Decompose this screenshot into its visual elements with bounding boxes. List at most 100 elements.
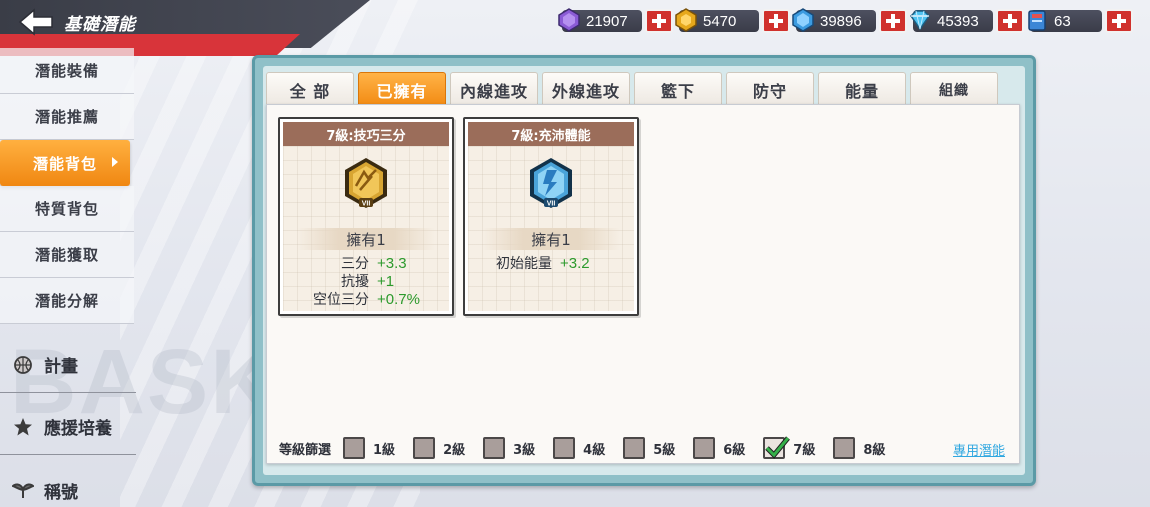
checkbox[interactable] bbox=[343, 437, 366, 459]
star-icon bbox=[12, 416, 34, 438]
section-label: 計畫 bbox=[44, 357, 78, 377]
checkbox[interactable] bbox=[833, 437, 856, 459]
tab-organize[interactable]: 組織 bbox=[910, 72, 998, 106]
level-label: 2級 bbox=[443, 442, 466, 458]
level-filter-label: 等級篩選 bbox=[279, 442, 332, 458]
level-filter-option[interactable]: 3級 bbox=[483, 437, 535, 459]
plus-icon bbox=[652, 14, 666, 28]
tab-defense[interactable]: 防守 bbox=[726, 72, 814, 106]
svg-text:VII: VII bbox=[362, 201, 371, 208]
level-label: 6級 bbox=[723, 442, 746, 458]
category-tabs: 全 部 已擁有 內線進攻 外線進攻 籃下 防守 能量 組織 bbox=[266, 72, 998, 106]
add-blue-crystal-button[interactable] bbox=[879, 9, 907, 33]
tab-owned[interactable]: 已擁有 bbox=[358, 72, 446, 106]
sidebar-item-potential-recommend[interactable]: 潛能推薦 bbox=[0, 94, 134, 140]
level-filter-option[interactable]: 5級 bbox=[623, 437, 675, 459]
currency-value: 45393 bbox=[937, 12, 979, 30]
section-label: 稱號 bbox=[44, 482, 78, 503]
sidebar-section-plan[interactable]: 計畫 bbox=[0, 337, 136, 393]
level-filter-option[interactable]: 6級 bbox=[693, 437, 745, 459]
stat-value: +1 bbox=[377, 272, 395, 290]
level-filter-option[interactable]: 1級 bbox=[343, 437, 395, 459]
level-filter-option[interactable]: 8級 bbox=[833, 437, 885, 459]
currency-blue-crystal: 39896 bbox=[792, 8, 907, 34]
back-button[interactable] bbox=[16, 6, 56, 38]
potential-card[interactable]: 7級:充沛體能 VII 擁有1 初始能量 +3.2 bbox=[463, 117, 639, 316]
checkbox[interactable] bbox=[483, 437, 506, 459]
sidebar-item-label: 潛能推薦 bbox=[34, 108, 99, 126]
sidebar: 潛能裝備 潛能推薦 潛能背包 特質背包 潛能獲取 潛能分解 bbox=[0, 48, 134, 324]
gold-three-point-badge-icon: VII bbox=[345, 158, 387, 208]
sidebar-section-support[interactable]: 應援培養 bbox=[0, 399, 136, 455]
sidebar-item-potential-decompose[interactable]: 潛能分解 bbox=[0, 278, 134, 324]
section-label: 應援培養 bbox=[44, 419, 112, 439]
chevron-right-icon bbox=[112, 157, 118, 167]
sidebar-item-trait-bag[interactable]: 特質背包 bbox=[0, 186, 134, 232]
currency-value: 21907 bbox=[586, 12, 628, 30]
sidebar-item-potential-obtain[interactable]: 潛能獲取 bbox=[0, 232, 134, 278]
add-gold-coin-button[interactable] bbox=[762, 9, 790, 33]
stat-name: 三分 bbox=[341, 256, 369, 272]
checkbox-checked[interactable] bbox=[763, 436, 791, 459]
stat-row: 三分 +3.3 bbox=[283, 254, 449, 273]
potential-card[interactable]: 7級:技巧三分 VII 擁有1 三分 +3.3 抗擾 +1 空位三分 +0.7% bbox=[278, 117, 454, 316]
card-title: 7級:充沛體能 bbox=[468, 122, 634, 146]
exclusive-potential-link[interactable]: 專用潛能 bbox=[953, 440, 1005, 459]
currency-value: 39896 bbox=[820, 12, 862, 30]
checkbox[interactable] bbox=[413, 437, 436, 459]
currency-value: 5470 bbox=[703, 12, 737, 30]
card-title: 7級:技巧三分 bbox=[283, 122, 449, 146]
stat-name: 空位三分 bbox=[313, 292, 369, 308]
book-icon bbox=[1028, 10, 1046, 31]
sidebar-item-label: 潛能分解 bbox=[34, 292, 99, 310]
stat-value: +3.2 bbox=[560, 254, 590, 272]
plus-icon bbox=[1112, 14, 1126, 28]
level-label: 4級 bbox=[583, 442, 606, 458]
purple-gem-icon bbox=[558, 8, 580, 32]
sidebar-section-title[interactable]: 稱號 bbox=[0, 462, 136, 507]
blue-energy-badge-icon: VII bbox=[530, 158, 572, 208]
checkbox[interactable] bbox=[623, 437, 646, 459]
checkmark-icon bbox=[765, 436, 791, 459]
sidebar-item-label: 潛能裝備 bbox=[34, 62, 99, 80]
level-filter-option[interactable]: 7級 bbox=[763, 436, 815, 459]
checkbox[interactable] bbox=[553, 437, 576, 459]
level-label: 3級 bbox=[513, 442, 536, 458]
currency-diamond: 45393 bbox=[910, 8, 1024, 34]
level-label: 1級 bbox=[373, 442, 396, 458]
tab-all[interactable]: 全 部 bbox=[266, 72, 354, 106]
sidebar-item-label: 潛能獲取 bbox=[34, 246, 99, 264]
currency-value: 63 bbox=[1054, 12, 1071, 30]
level-filter-option[interactable]: 4級 bbox=[553, 437, 605, 459]
checkbox[interactable] bbox=[693, 437, 716, 459]
basketball-icon bbox=[12, 354, 34, 376]
stat-name: 抗擾 bbox=[341, 274, 369, 290]
tab-energy[interactable]: 能量 bbox=[818, 72, 906, 106]
sidebar-item-potential-equip[interactable]: 潛能裝備 bbox=[0, 48, 134, 94]
owned-count: 擁有1 bbox=[297, 228, 435, 250]
stat-list: 三分 +3.3 抗擾 +1 空位三分 +0.7% bbox=[283, 254, 449, 309]
level-filter-option[interactable]: 2級 bbox=[413, 437, 465, 459]
plus-icon bbox=[769, 14, 783, 28]
level-label: 8級 bbox=[863, 442, 886, 458]
gold-coin-icon bbox=[675, 8, 697, 32]
tab-under-basket[interactable]: 籃下 bbox=[634, 72, 722, 106]
sidebar-item-label: 潛能背包 bbox=[32, 154, 97, 173]
back-arrow-icon bbox=[18, 8, 53, 36]
add-diamond-button[interactable] bbox=[996, 9, 1024, 33]
add-book-button[interactable] bbox=[1105, 9, 1133, 33]
level-filter: 等級篩選 1級 2級 3級 4級 5級 6級 7級 8級 bbox=[279, 434, 903, 462]
stat-row: 初始能量 +3.2 bbox=[468, 254, 634, 273]
tab-outside-attack[interactable]: 外線進攻 bbox=[542, 72, 630, 106]
sidebar-item-label: 特質背包 bbox=[34, 200, 99, 218]
plus-icon bbox=[886, 14, 900, 28]
tab-inside-attack[interactable]: 內線進攻 bbox=[450, 72, 538, 106]
stat-list: 初始能量 +3.2 bbox=[468, 254, 634, 273]
blue-crystal-icon bbox=[792, 8, 814, 32]
level-label: 5級 bbox=[653, 442, 676, 458]
currency-book: 63 bbox=[1028, 8, 1133, 34]
diamond-icon bbox=[910, 10, 930, 31]
stat-row: 空位三分 +0.7% bbox=[283, 290, 449, 309]
add-purple-gem-button[interactable] bbox=[645, 9, 673, 33]
sidebar-item-potential-bag[interactable]: 潛能背包 bbox=[0, 140, 130, 186]
